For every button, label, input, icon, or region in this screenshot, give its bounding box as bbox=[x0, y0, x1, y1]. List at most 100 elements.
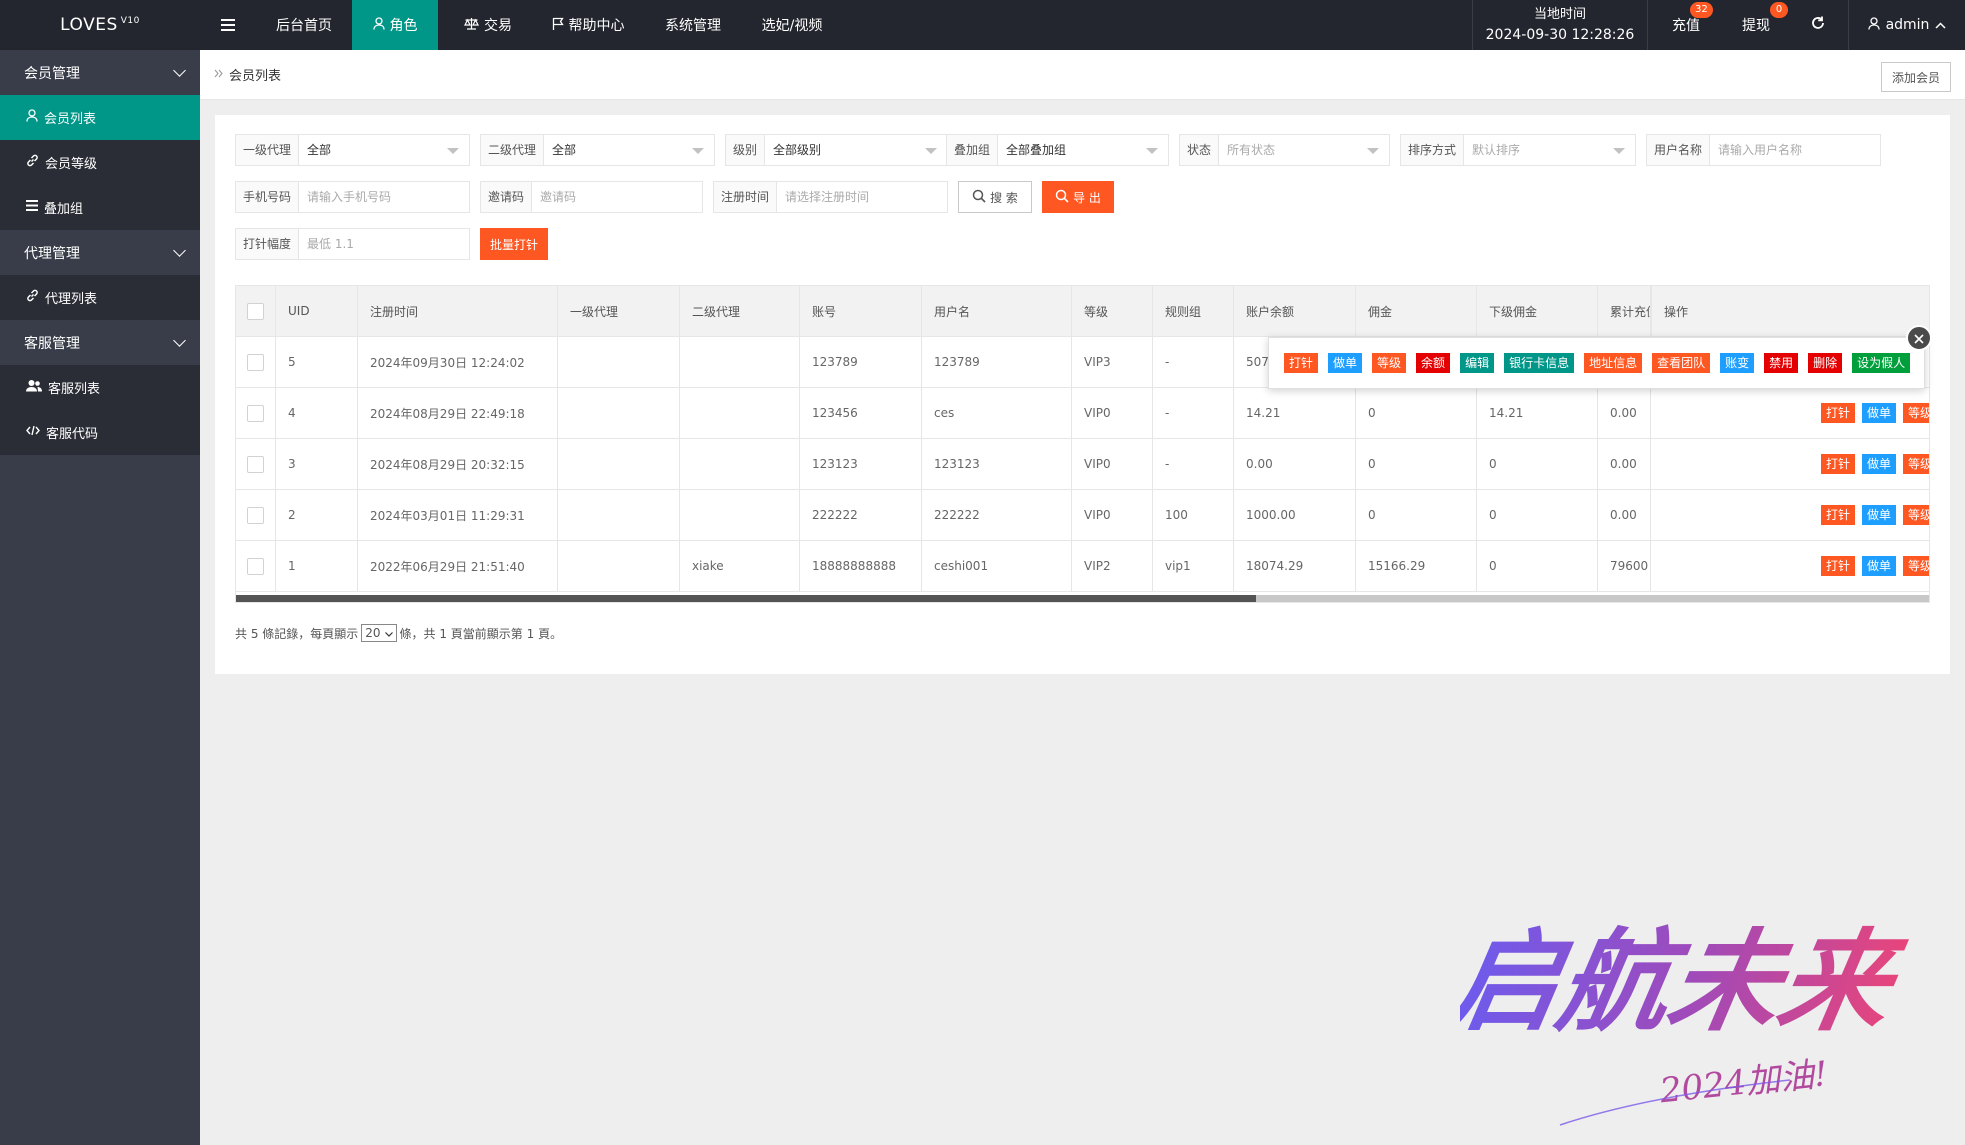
op-button-1[interactable]: 做单 bbox=[1862, 556, 1897, 576]
amplitude-field[interactable]: 打针幅度 最低 1.1 bbox=[235, 228, 470, 260]
sort-label: 排序方式 bbox=[1401, 135, 1465, 165]
popover-op-button-2[interactable]: 等级 bbox=[1372, 353, 1407, 373]
menu-toggle-button[interactable] bbox=[200, 0, 256, 50]
col-username[interactable]: 用户名 bbox=[922, 286, 1072, 336]
username-field[interactable]: 用户名称 请输入用户名称 bbox=[1646, 134, 1881, 166]
nav-help[interactable]: 帮助中心 bbox=[538, 0, 638, 50]
nav-role[interactable]: 角色 bbox=[352, 0, 438, 50]
op-button-1[interactable]: 做单 bbox=[1862, 403, 1897, 423]
sidebar-item-member-level[interactable]: 会员等级 bbox=[0, 140, 200, 185]
search-button[interactable]: 搜 索 bbox=[958, 181, 1032, 213]
regtime-field[interactable]: 注册时间 请选择注册时间 bbox=[713, 181, 948, 213]
scrollbar-thumb[interactable] bbox=[236, 595, 1256, 602]
sidebar-group-members[interactable]: 会员管理 bbox=[0, 50, 200, 95]
op-button-0[interactable]: 打针 bbox=[1821, 403, 1856, 423]
col-account[interactable]: 账号 bbox=[800, 286, 922, 336]
col-sub-commission[interactable]: 下级佣金 bbox=[1477, 286, 1598, 336]
sidebar-item-service-code[interactable]: 客服代码 bbox=[0, 410, 200, 455]
sidebar-item-agent-list[interactable]: 代理列表 bbox=[0, 275, 200, 320]
popover-op-button-7[interactable]: 查看团队 bbox=[1652, 353, 1711, 373]
popover-close-button[interactable] bbox=[1906, 325, 1932, 351]
batch-inject-button[interactable]: 批量打针 bbox=[480, 228, 548, 260]
col-level[interactable]: 等级 bbox=[1072, 286, 1153, 336]
row-checkbox[interactable] bbox=[247, 404, 264, 422]
row-checkbox[interactable] bbox=[247, 353, 264, 371]
col-regtime[interactable]: 注册时间 bbox=[358, 286, 558, 336]
recharge-button[interactable]: 充值 32 bbox=[1656, 0, 1716, 50]
status-value[interactable]: 所有状态 bbox=[1219, 135, 1389, 165]
op-button-2[interactable]: 等级 bbox=[1903, 556, 1929, 576]
sidebar-item-member-list[interactable]: 会员列表 bbox=[0, 95, 200, 140]
status-select[interactable]: 状态 所有状态 bbox=[1179, 134, 1390, 166]
popover-op-button-9[interactable]: 禁用 bbox=[1764, 353, 1799, 373]
agent2-label: 二级代理 bbox=[481, 135, 545, 165]
col-rule[interactable]: 规则组 bbox=[1153, 286, 1234, 336]
col-recharge[interactable]: 累计充值 bbox=[1598, 286, 1651, 336]
cell-sub-commission: 0 bbox=[1477, 490, 1598, 540]
table-row: 1 2022年06月29日 21:51:40 xiake 18888888888 ces… bbox=[236, 541, 1929, 592]
add-member-button[interactable]: 添加会员 bbox=[1880, 62, 1951, 92]
refresh-button[interactable] bbox=[1798, 0, 1838, 50]
agent1-value[interactable]: 全部 bbox=[299, 135, 469, 165]
nav-system[interactable]: 系统管理 bbox=[650, 0, 736, 50]
op-button-2[interactable]: 等级 bbox=[1903, 403, 1929, 423]
export-button[interactable]: 导 出 bbox=[1042, 181, 1114, 213]
op-button-2[interactable]: 等级 bbox=[1903, 505, 1929, 525]
sidebar-item-stack-group[interactable]: 叠加组 bbox=[0, 185, 200, 230]
level-value[interactable]: 全部级别 bbox=[765, 135, 947, 165]
select-all-checkbox[interactable] bbox=[247, 302, 264, 320]
invite-field[interactable]: 邀请码 邀请码 bbox=[480, 181, 703, 213]
nav-home[interactable]: 后台首页 bbox=[256, 0, 352, 50]
col-agent2[interactable]: 二级代理 bbox=[680, 286, 800, 336]
op-button-0[interactable]: 打针 bbox=[1821, 505, 1856, 525]
sidebar-group-service[interactable]: 客服管理 bbox=[0, 320, 200, 365]
row-checkbox[interactable] bbox=[247, 557, 264, 575]
regtime-input[interactable]: 请选择注册时间 bbox=[777, 182, 947, 212]
agent2-select[interactable]: 二级代理 全部 bbox=[480, 134, 715, 166]
col-agent1[interactable]: 一级代理 bbox=[558, 286, 680, 336]
invite-input[interactable]: 邀请码 bbox=[532, 182, 702, 212]
amplitude-input[interactable]: 最低 1.1 bbox=[299, 229, 469, 259]
row-checkbox[interactable] bbox=[247, 506, 264, 524]
op-button-1[interactable]: 做单 bbox=[1862, 454, 1897, 474]
op-button-1[interactable]: 做单 bbox=[1862, 505, 1897, 525]
agent1-select[interactable]: 一级代理 全部 bbox=[235, 134, 470, 166]
popover-op-button-6[interactable]: 地址信息 bbox=[1584, 353, 1643, 373]
breadcrumb-current[interactable]: 会员列表 bbox=[229, 65, 281, 84]
popover-op-button-10[interactable]: 删除 bbox=[1808, 353, 1843, 373]
col-commission[interactable]: 佣金 bbox=[1356, 286, 1477, 336]
col-uid[interactable]: UID bbox=[276, 286, 358, 336]
agent2-value[interactable]: 全部 bbox=[544, 135, 714, 165]
username-input[interactable]: 请输入用户名称 bbox=[1710, 135, 1880, 165]
op-button-0[interactable]: 打针 bbox=[1821, 454, 1856, 474]
popover-op-button-11[interactable]: 设为假人 bbox=[1852, 353, 1911, 373]
op-button-0[interactable]: 打针 bbox=[1821, 556, 1856, 576]
popover-op-button-0[interactable]: 打针 bbox=[1284, 353, 1319, 373]
stack-value[interactable]: 全部叠加组 bbox=[998, 135, 1168, 165]
sidebar-item-service-list[interactable]: 客服列表 bbox=[0, 365, 200, 410]
sidebar-group-agents[interactable]: 代理管理 bbox=[0, 230, 200, 275]
popover-op-button-1[interactable]: 做单 bbox=[1328, 353, 1363, 373]
logo[interactable]: LOVES V10 bbox=[0, 0, 200, 50]
nav-video[interactable]: 选妃/视频 bbox=[748, 0, 836, 50]
level-select[interactable]: 级别 全部级别 bbox=[725, 134, 948, 166]
op-button-2[interactable]: 等级 bbox=[1903, 454, 1929, 474]
cell-sub-commission: 14.21 bbox=[1477, 388, 1598, 438]
popover-op-button-5[interactable]: 银行卡信息 bbox=[1504, 353, 1575, 373]
stack-select[interactable]: 叠加组 全部叠加组 bbox=[946, 134, 1169, 166]
popover-op-button-4[interactable]: 编辑 bbox=[1460, 353, 1495, 373]
sort-value[interactable]: 默认排序 bbox=[1464, 135, 1635, 165]
row-checkbox[interactable] bbox=[247, 455, 264, 473]
horizontal-scrollbar[interactable] bbox=[236, 595, 1929, 602]
popover-op-button-8[interactable]: 账变 bbox=[1720, 353, 1755, 373]
phone-input[interactable]: 请输入手机号码 bbox=[299, 182, 469, 212]
withdraw-button[interactable]: 提现 0 bbox=[1726, 0, 1788, 50]
col-balance[interactable]: 账户余额 bbox=[1234, 286, 1356, 336]
user-menu[interactable]: admin bbox=[1848, 0, 1965, 50]
sort-select[interactable]: 排序方式 默认排序 bbox=[1400, 134, 1636, 166]
popover-op-button-3[interactable]: 余额 bbox=[1416, 353, 1451, 373]
phone-field[interactable]: 手机号码 请输入手机号码 bbox=[235, 181, 470, 213]
page-size-select[interactable]: 20 bbox=[361, 624, 397, 642]
row-checkbox-cell bbox=[236, 541, 276, 591]
nav-trade[interactable]: 交易 bbox=[448, 0, 528, 50]
